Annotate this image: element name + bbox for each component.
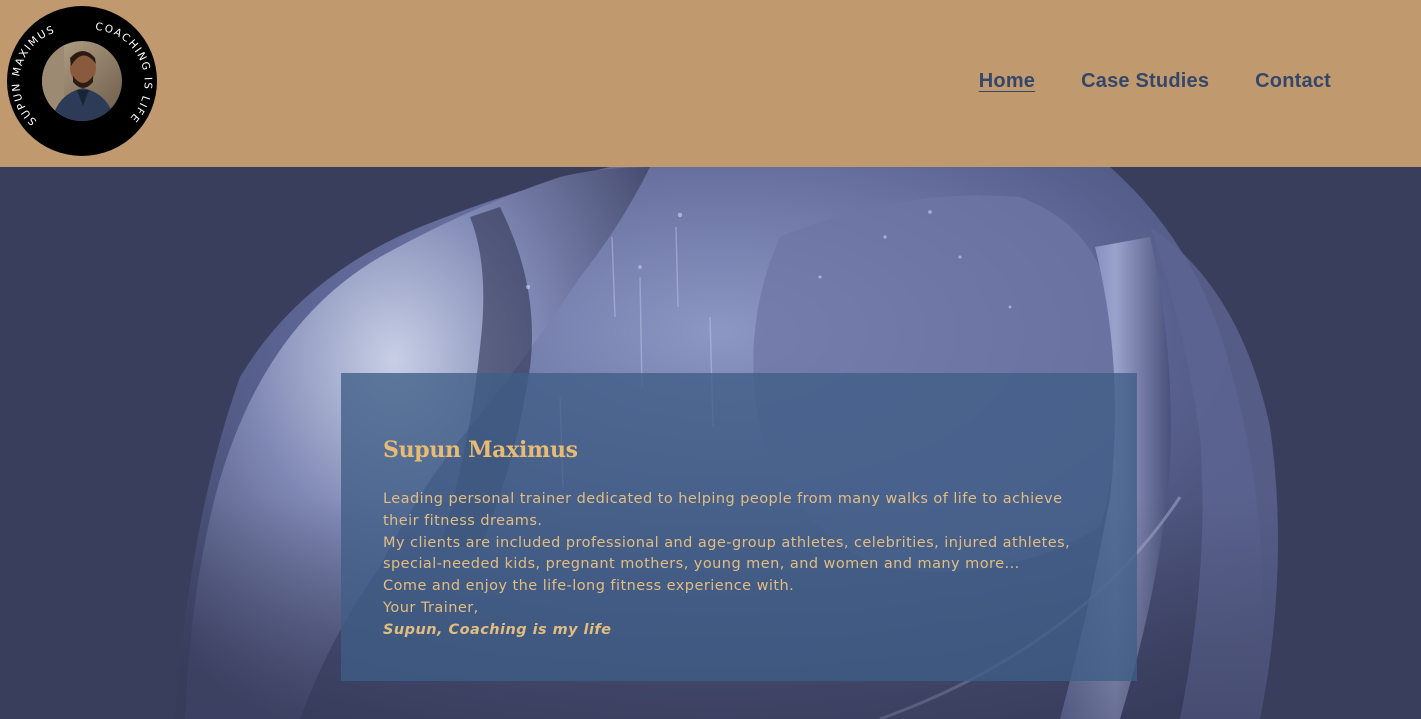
nav-home[interactable]: Home: [979, 70, 1035, 93]
nav-case-studies[interactable]: Case Studies: [1081, 70, 1209, 93]
nav-contact[interactable]: Contact: [1255, 70, 1331, 93]
intro-line-3: Come and enjoy the life-long fitness exp…: [383, 578, 795, 595]
site-header: SUPUN MAXIMUS COACHING IS LIFE Home Case…: [0, 0, 1421, 167]
logo-badge[interactable]: SUPUN MAXIMUS COACHING IS LIFE: [7, 6, 157, 156]
main-nav: Home Case Studies Contact: [979, 70, 1331, 93]
intro-line-2: My clients are included professional and…: [383, 534, 1071, 573]
trainer-signature: Supun, Coaching is my life: [383, 621, 612, 638]
hero-section: Supun Maximus Leading personal trainer d…: [0, 167, 1421, 719]
intro-card: Supun Maximus Leading personal trainer d…: [341, 373, 1137, 681]
intro-line-4: Your Trainer,: [383, 599, 479, 616]
avatar: [42, 41, 122, 121]
hero-title: Supun Maximus: [383, 437, 578, 463]
logo-graphic: SUPUN MAXIMUS COACHING IS LIFE: [7, 6, 157, 156]
intro-line-1: Leading personal trainer dedicated to he…: [383, 491, 1063, 529]
